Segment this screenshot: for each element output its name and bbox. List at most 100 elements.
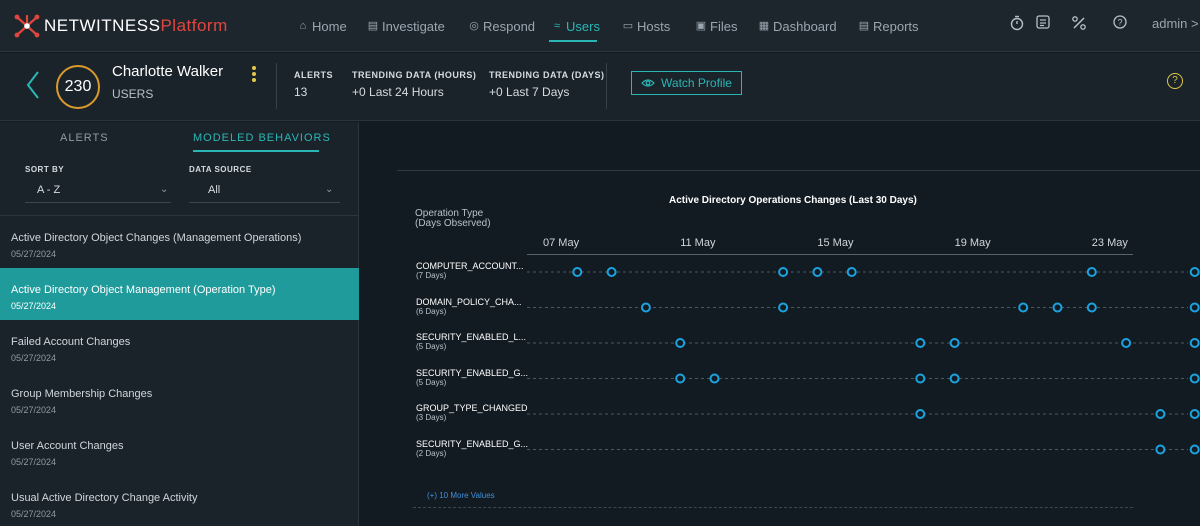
behavior-item[interactable]: Group Membership Changes 05/27/2024: [0, 372, 359, 424]
activity-marker[interactable]: [778, 267, 789, 277]
activity-marker[interactable]: [1189, 267, 1200, 277]
sort-by-select[interactable]: A - Z: [37, 184, 60, 196]
activity-marker[interactable]: [1155, 444, 1166, 455]
profile-help-icon[interactable]: ?: [1167, 73, 1183, 89]
activity-marker[interactable]: [915, 373, 926, 384]
behavior-item[interactable]: Active Directory Object Management (Oper…: [0, 268, 359, 320]
activity-marker[interactable]: [1018, 302, 1029, 313]
behavior-title: Active Directory Object Changes (Managem…: [11, 232, 302, 244]
logo-text: NETWITNESSPlatform: [44, 16, 228, 35]
activity-marker[interactable]: [1189, 444, 1200, 455]
activity-marker[interactable]: [709, 373, 720, 384]
activity-marker[interactable]: [812, 267, 823, 277]
behavior-title: User Account Changes: [11, 440, 124, 452]
trending-days-value: +0 Last 7 Days: [489, 85, 570, 99]
activity-marker[interactable]: [846, 267, 857, 277]
divider: [606, 63, 607, 109]
top-navigation: NETWITNESSPlatform ⌂ Home ▤ Investigate ◎ R…: [0, 0, 1200, 52]
trending-hours-value: +0 Last 24 Hours: [352, 85, 444, 99]
watch-profile-label: Watch Profile: [661, 76, 732, 90]
watch-profile-button[interactable]: Watch Profile: [631, 71, 742, 95]
activity-marker[interactable]: [1189, 373, 1200, 384]
user-name: Charlotte Walker: [112, 63, 224, 80]
tools-icon[interactable]: [1069, 15, 1089, 35]
tab-modeled-behaviors[interactable]: MODELED BEHAVIORS: [193, 132, 331, 144]
logo-mark-icon: [14, 14, 40, 38]
alerts-stat-value: 13: [294, 85, 308, 99]
more-values-link[interactable]: (+) 10 More Values: [427, 491, 495, 500]
behavior-date: 05/27/2024: [11, 249, 57, 259]
trending-hours-label: TRENDING DATA (HOURS): [352, 70, 477, 80]
behavior-title: Group Membership Changes: [11, 388, 153, 400]
more-options-button[interactable]: [250, 65, 258, 83]
behavior-item[interactable]: Failed Account Changes 05/27/2024: [0, 320, 359, 372]
reports-icon: ▤: [858, 20, 870, 32]
behavior-date: 05/27/2024: [11, 301, 57, 311]
nav-files[interactable]: ▣ Files: [695, 16, 738, 36]
nav-home[interactable]: ⌂ Home: [297, 16, 347, 36]
behavior-item[interactable]: Active Directory Object Changes (Managem…: [0, 216, 359, 268]
tab-alerts[interactable]: ALERTS: [60, 132, 109, 144]
user-profile-bar: 230 Charlotte Walker USERS ALERTS 13 TRE…: [0, 53, 1200, 121]
nav-respond[interactable]: ◎ Respond: [468, 16, 535, 36]
behavior-item[interactable]: Usual Active Directory Change Activity 05…: [0, 476, 359, 526]
activity-marker[interactable]: [915, 338, 926, 348]
activity-marker[interactable]: [1121, 338, 1132, 348]
nav-users[interactable]: ≈ Users: [551, 16, 600, 36]
data-source-underline: [189, 202, 340, 203]
activity-marker[interactable]: [1189, 409, 1200, 419]
behavior-date: 05/27/2024: [11, 509, 57, 519]
respond-icon: ◎: [469, 20, 479, 32]
activity-marker[interactable]: [915, 409, 926, 419]
activity-marker[interactable]: [606, 267, 617, 277]
tasks-icon[interactable]: [1033, 15, 1053, 35]
nav-investigate[interactable]: ▤ Investigate: [367, 16, 445, 36]
activity-marker[interactable]: [1086, 267, 1097, 277]
activity-marker[interactable]: [1086, 302, 1097, 313]
behavior-title: Failed Account Changes: [11, 336, 131, 348]
nav-investigate-label: Investigate: [382, 18, 445, 34]
nav-respond-label: Respond: [483, 18, 536, 34]
chart-plot-area: [527, 267, 1200, 455]
behavior-item[interactable]: User Account Changes 05/27/2024: [0, 424, 359, 476]
activity-marker[interactable]: [1189, 338, 1200, 348]
nav-dashboard-label: Dashboard: [773, 18, 837, 34]
activity-marker[interactable]: [640, 302, 651, 313]
nav-reports-label: Reports: [873, 18, 919, 34]
activity-marker[interactable]: [572, 267, 583, 277]
activity-marker[interactable]: [675, 338, 686, 348]
nav-hosts[interactable]: ▭ Hosts: [622, 16, 670, 36]
alerts-stat-label: ALERTS: [294, 70, 333, 80]
behavior-title: Active Directory Object Management (Oper…: [11, 284, 276, 296]
files-icon: ▣: [695, 20, 707, 32]
data-source-select[interactable]: All: [208, 184, 220, 196]
activity-marker[interactable]: [949, 373, 960, 384]
chevron-down-icon: ⌄: [160, 184, 169, 195]
activity-marker[interactable]: [675, 373, 686, 384]
nav-home-label: Home: [312, 18, 347, 34]
activity-marker[interactable]: [1189, 302, 1200, 313]
home-icon: ⌂: [299, 20, 307, 32]
back-button[interactable]: [24, 68, 44, 102]
behavior-title: Usual Active Directory Change Activity: [11, 492, 198, 504]
behavior-date: 05/27/2024: [11, 353, 57, 363]
activity-marker[interactable]: [949, 338, 960, 348]
help-icon[interactable]: ?: [1110, 15, 1130, 35]
data-source-label: DATA SOURCE: [189, 165, 252, 174]
behavior-list: Active Directory Object Changes (Managem…: [0, 215, 359, 526]
sort-by-underline: [25, 202, 171, 203]
netwitness-logo[interactable]: NETWITNESSPlatform: [14, 12, 228, 40]
chevron-left-icon: [26, 71, 39, 99]
activity-marker[interactable]: [778, 302, 789, 313]
nav-files-label: Files: [710, 18, 738, 34]
admin-menu[interactable]: admin >: [1152, 16, 1199, 31]
nav-dashboard[interactable]: ▦ Dashboard: [758, 16, 837, 36]
active-tab-underline: [193, 150, 319, 152]
nav-reports[interactable]: ▤ Reports: [858, 16, 919, 36]
behavior-date: 05/27/2024: [11, 405, 57, 415]
activity-marker[interactable]: [1155, 409, 1166, 419]
divider: [276, 63, 277, 109]
activity-marker[interactable]: [1052, 302, 1063, 313]
nav-hosts-label: Hosts: [637, 18, 671, 34]
timer-icon[interactable]: [1007, 15, 1027, 35]
